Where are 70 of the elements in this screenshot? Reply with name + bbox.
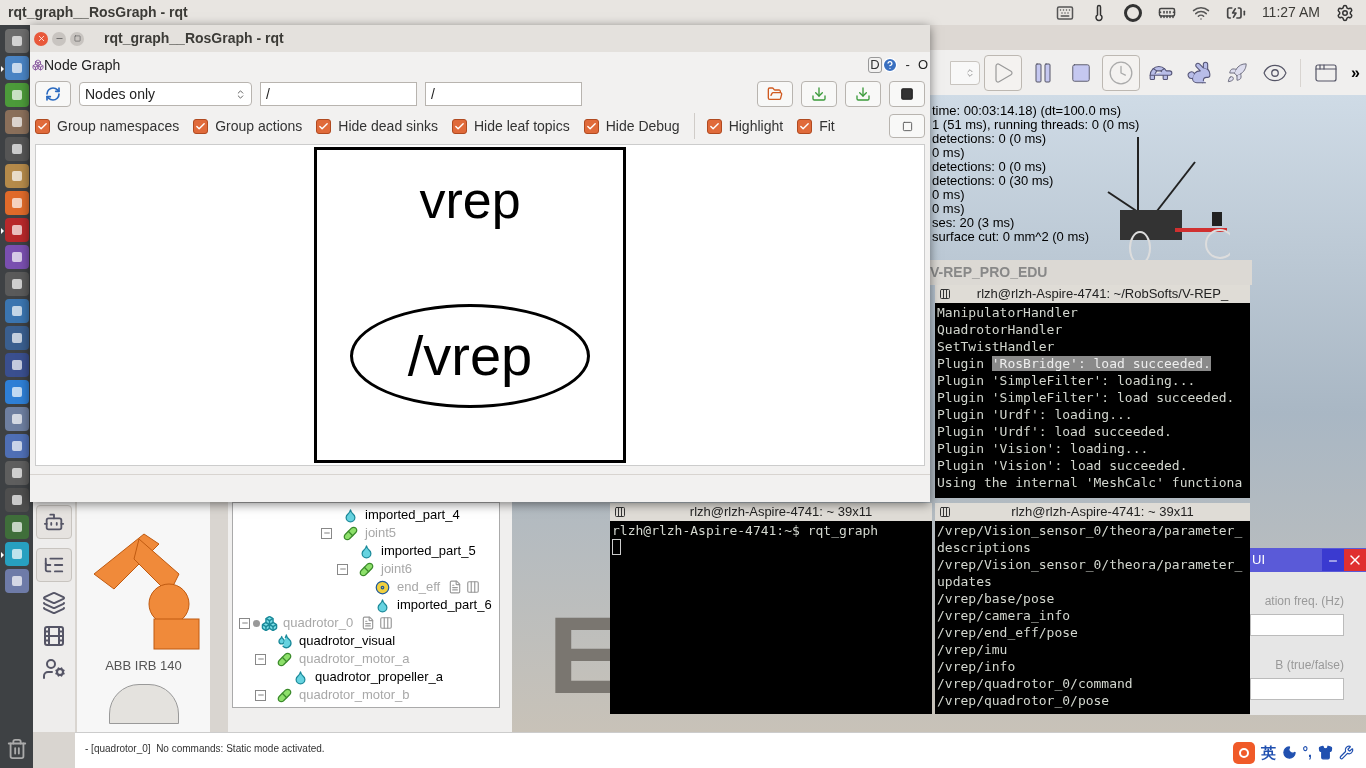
tree-item[interactable]: quadrotor_visual (299, 631, 396, 651)
window-control[interactable]: - (905, 55, 910, 75)
terminal-line: /vrep/end_eff/pose (937, 625, 1078, 640)
simulation-stat: ses: 20 (3 ms) (932, 216, 1016, 230)
terminal-line: /vrep/imu (937, 642, 1008, 657)
checkbox-label[interactable]: Highlight (728, 115, 784, 137)
tree-item[interactable]: imported_part_5 (381, 541, 476, 561)
simulation-stat: detections: 0 (0 ms) (932, 132, 1048, 146)
terminal-line: QuadrotorHandler (937, 322, 1063, 337)
simulation-stat: surface cut: 0 mm^2 (0 ms) (932, 230, 1091, 244)
terminal-line: ManipulatorHandler (937, 305, 1078, 320)
terminal-title: rlzh@rlzh-Aspire-4741: ~/RobSofts/V-REP_ (975, 285, 1230, 304)
checkbox-label[interactable]: Hide dead sinks (338, 115, 438, 137)
simulation-stat: 0 ms) (932, 146, 966, 160)
terminal-line: Plugin 'Vision': loading... (937, 441, 1149, 456)
field-label: ation freq. (Hz) (1264, 593, 1344, 610)
terminal-line: /vrep/camera_info (937, 608, 1071, 623)
vrep-window-title: V-REP_PRO_EDU (930, 263, 1048, 282)
terminal-line: Plugin 'Vision': load succeeded. (937, 458, 1188, 473)
punctuation-indicator[interactable]: °, (1302, 742, 1312, 764)
terminal-line: Using the internal 'MeshCalc' functiona (937, 475, 1243, 490)
simulation-stat: detections: 0 (30 ms) (932, 174, 1055, 188)
terminal-line: /vrep/info (937, 659, 1016, 674)
terminal-line: /vrep/quadrotor_0/command (937, 676, 1133, 691)
terminal-line: updates (937, 574, 992, 589)
tree-item[interactable]: imported_part_6 (397, 595, 492, 615)
terminal-line: Plugin 'SimpleFilter': load succeeded. (937, 390, 1235, 405)
terminal-title: rlzh@rlzh-Aspire-4741: ~ 39x11 (688, 503, 874, 522)
simulation-stat: detections: 0 (0 ms) (932, 160, 1048, 174)
simulation-stat: 0 ms) (932, 202, 966, 216)
mode-dropdown[interactable]: Nodes only (79, 82, 252, 106)
checkbox-label[interactable]: Hide leaf topics (474, 115, 570, 137)
plugin-title: Node Graph (44, 55, 121, 75)
simulation-stat: 1 (51 ms), running threads: 0 (0 ms) (932, 118, 1140, 132)
tree-item[interactable]: quadrotor_propeller_a (315, 667, 443, 687)
terminal-line: /vrep/base/pose (937, 591, 1055, 606)
checkbox-label[interactable]: Group namespaces (57, 115, 180, 137)
terminal-line: Plugin 'Urdf': loading... (937, 407, 1133, 422)
tree-item[interactable]: imported_part_4 (365, 505, 460, 525)
checkbox-label[interactable]: Fit (819, 115, 835, 137)
terminal-line: SetTwistHandler (937, 339, 1055, 354)
dialog-title: UI (1252, 551, 1265, 570)
filter-field[interactable]: / (425, 82, 582, 106)
terminal-line: rlzh@rlzh-Aspire-4741:~$ rqt_graph (612, 523, 879, 538)
field-label: B (true/false) (1275, 657, 1344, 674)
rqt-window-title: rqt_graph__RosGraph - rqt (104, 29, 284, 48)
simulation-stat: 0 ms) (932, 188, 966, 202)
window-title: rqt_graph__RosGraph - rqt (8, 3, 188, 22)
model-name[interactable]: ABB IRB 140 (105, 656, 182, 676)
language-indicator[interactable]: 英 (1260, 741, 1276, 764)
terminal-line: Plugin 'Urdf': load succeeded. (937, 424, 1172, 439)
terminal-line: /vrep/quadrotor_0/pose (937, 693, 1110, 708)
topic-ellipse[interactable]: /vrep (350, 304, 590, 408)
terminal-line: Plugin 'SimpleFilter': loading... (937, 373, 1196, 388)
window-control[interactable]: O (917, 55, 928, 75)
checkbox-label[interactable]: Group actions (215, 115, 303, 137)
filter-field[interactable]: / (260, 82, 417, 106)
terminal-line: descriptions (937, 540, 1031, 555)
status-message: - [quadrotor_0] No commands: Static mode activated. (85, 743, 325, 754)
simulation-stat: time: 00:03:14.18) (dt=100.0 ms) (932, 104, 1122, 118)
dock-button[interactable]: D (868, 57, 882, 73)
checkbox-label[interactable]: Hide Debug (605, 115, 680, 137)
terminal-line: /vrep/Vision_sensor_0/theora/parameter_ (937, 523, 1243, 538)
terminal-line: Plugin 'RosBridge': load succeeded. (937, 356, 1211, 371)
node-box[interactable]: vrep /vrep (314, 147, 626, 463)
terminal-line: /vrep/Vision_sensor_0/theora/parameter_ (937, 557, 1243, 572)
terminal-title: rlzh@rlzh-Aspire-4741: ~ 39x11 (1010, 503, 1195, 522)
clock-time[interactable]: 11:27 AM (1261, 2, 1320, 23)
node-label: vrep (419, 170, 521, 230)
more-button[interactable]: » (1347, 60, 1364, 85)
